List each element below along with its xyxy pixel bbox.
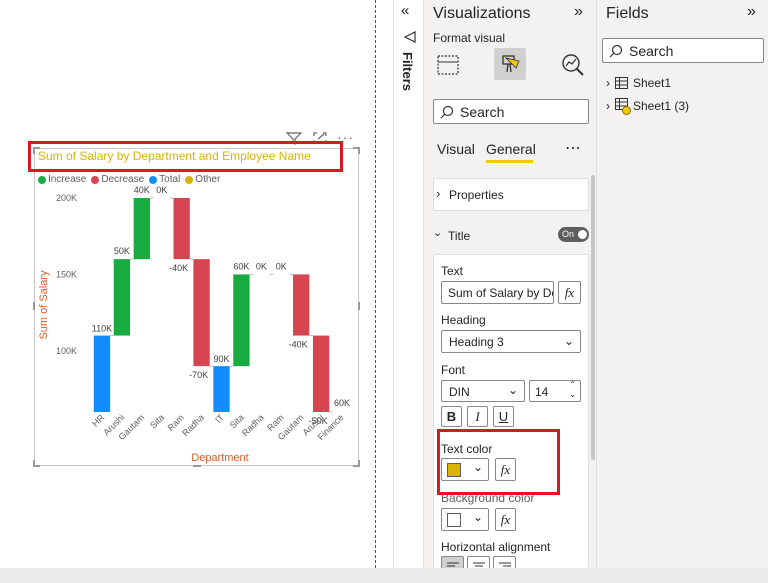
double-chevron-right-icon[interactable]: » — [574, 3, 583, 21]
legend-item: Increase — [38, 174, 86, 185]
text-color-highlight-box — [437, 429, 560, 495]
scrollbar[interactable] — [591, 175, 595, 460]
data-label: 0K — [256, 261, 267, 271]
x-tick-label: IT — [213, 412, 226, 425]
tab-visual[interactable]: Visual — [437, 141, 475, 157]
legend-dot-icon — [91, 175, 100, 184]
title-text-fx-button[interactable]: fx — [558, 281, 581, 304]
title-section-header[interactable]: ⌄ Title On — [433, 220, 589, 250]
visualizations-title: Visualizations — [433, 5, 531, 22]
more-options-icon[interactable]: ⋯ — [565, 138, 581, 158]
heading-dropdown[interactable]: Heading 3 ⌄ — [441, 330, 581, 353]
waterfall-bar — [193, 259, 210, 367]
search-icon — [609, 44, 623, 58]
filters-pane[interactable]: « Filters — [393, 0, 424, 568]
visualizations-search-input[interactable]: Search — [433, 99, 589, 124]
properties-section[interactable]: › Properties — [433, 178, 589, 211]
y-tick-label: 200K — [56, 193, 77, 203]
data-label: 0K — [156, 185, 167, 195]
legend-item: Other — [185, 174, 220, 185]
filters-label[interactable]: Filters — [400, 52, 415, 91]
waterfall-bar — [93, 335, 111, 412]
double-chevron-right-icon[interactable]: » — [747, 3, 756, 21]
waterfall-bar — [213, 366, 230, 412]
chevron-down-icon: ⌄ — [433, 227, 443, 239]
chevron-right-icon: › — [606, 76, 610, 90]
chevron-down-icon: ⌄ — [507, 383, 518, 397]
waterfall-bar — [133, 198, 150, 260]
title-toggle[interactable]: On — [558, 227, 589, 242]
data-label: -70K — [189, 370, 208, 380]
chart-legend: Increase Decrease Total Other — [38, 174, 220, 185]
field-table-sheet1[interactable]: › Sheet1 — [606, 74, 671, 92]
color-swatch — [447, 513, 461, 527]
underline-button[interactable]: U — [493, 406, 514, 427]
analytics-icon[interactable] — [560, 52, 586, 78]
format-visual-button[interactable] — [494, 48, 526, 80]
waterfall-bar — [173, 198, 190, 260]
format-visual-label: Format visual — [433, 31, 506, 45]
background-color-picker[interactable]: ⌄ — [441, 508, 489, 531]
fields-title: Fields — [606, 5, 649, 22]
double-chevron-left-icon[interactable]: « — [401, 2, 409, 19]
y-tick-label: 150K — [56, 269, 77, 279]
title-highlight-box — [28, 141, 343, 172]
x-axis-title: Department — [191, 452, 248, 464]
fields-search-input[interactable]: Search — [602, 38, 764, 63]
chevron-up-icon: ⌃ — [569, 380, 576, 389]
title-text-input[interactable]: Sum of Salary by De — [441, 281, 554, 304]
x-tick-label: Radha — [180, 412, 206, 438]
chevron-down-icon: ⌄ — [472, 510, 483, 524]
chevron-right-icon: › — [436, 186, 441, 201]
field-table-sheet1-3[interactable]: › Sheet1 (3) — [606, 97, 689, 115]
search-icon — [440, 105, 454, 119]
fields-pane: Fields » Search › Sheet1 › Sheet1 (3) — [596, 0, 768, 568]
x-tick-label: Radha — [240, 412, 266, 438]
report-canvas: ··· Sum of Salary by Department and Empl… — [0, 0, 376, 583]
legend-dot-icon — [149, 175, 158, 184]
y-axis-title: Sum of Salary — [38, 270, 50, 340]
x-tick-label: Sita — [148, 412, 166, 430]
data-label: 110K — [92, 324, 112, 334]
data-label: 90K — [213, 354, 229, 364]
bold-button[interactable]: B — [441, 406, 462, 427]
paint-brush-icon — [502, 55, 520, 73]
status-strip — [0, 568, 768, 583]
font-family-dropdown[interactable]: DIN ⌄ — [441, 380, 525, 402]
legend-item: Total — [149, 174, 180, 185]
legend-item: Decrease — [91, 174, 144, 185]
background-color-fx-button[interactable]: fx — [495, 508, 516, 531]
font-size-stepper[interactable]: 14 ⌃ ⌄ — [529, 380, 581, 402]
waterfall-bar — [113, 259, 131, 336]
waterfall-bar — [233, 274, 250, 367]
legend-dot-icon — [38, 175, 46, 184]
table-check-icon — [615, 98, 631, 115]
visualizations-pane: Visualizations » Format visual Search Vi… — [424, 0, 596, 578]
active-tab-indicator — [486, 160, 533, 163]
funnel-icon — [403, 31, 416, 43]
data-label: 60K — [334, 398, 350, 408]
chevron-right-icon: › — [606, 99, 610, 113]
data-label: 60K — [233, 261, 249, 271]
waterfall-bar — [312, 335, 330, 412]
build-visual-icon[interactable] — [436, 53, 460, 77]
table-icon — [615, 77, 628, 89]
data-label: 50K — [114, 246, 130, 256]
waterfall-chart: 100K 150K 200K Sum of Salary Department 110K 5… — [38, 185, 350, 464]
data-label: 40K — [134, 185, 150, 195]
data-label: 0K — [276, 261, 287, 271]
tab-general[interactable]: General — [486, 141, 536, 157]
legend-dot-icon — [185, 175, 194, 184]
data-label: -40K — [169, 263, 188, 273]
data-label: -40K — [289, 340, 308, 350]
y-tick-label: 100K — [56, 346, 77, 356]
chevron-down-icon: ⌄ — [569, 390, 576, 399]
chevron-down-icon: ⌄ — [563, 334, 574, 348]
waterfall-bar — [293, 274, 310, 336]
title-settings-card: Text Sum of Salary by De fx Heading Head… — [433, 254, 589, 578]
italic-button[interactable]: I — [467, 406, 488, 427]
